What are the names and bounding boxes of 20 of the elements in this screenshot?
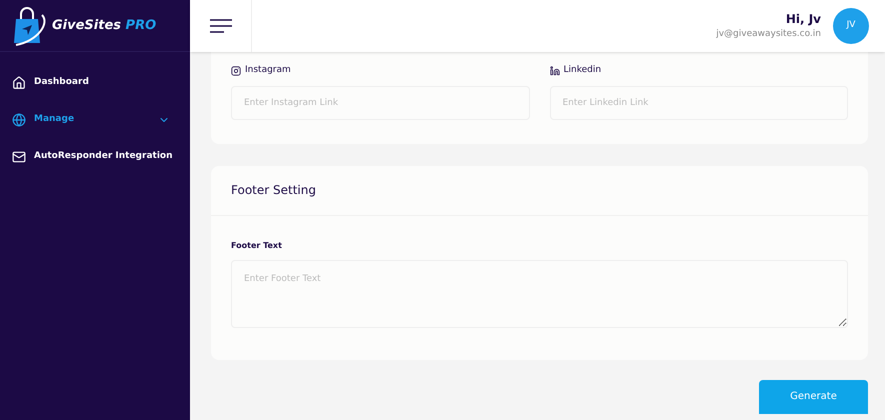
sidebar-item[interactable]: AutoResponder Integration (0, 138, 190, 175)
input-field[interactable]: Enter Instagram Link (231, 86, 530, 120)
linkedin-icon (550, 66, 560, 76)
envelope-icon (12, 150, 26, 164)
input-field[interactable]: Enter Linkedin Link (550, 86, 848, 120)
sidebar-item[interactable]: Manage (0, 101, 190, 138)
instagram-icon (231, 66, 241, 76)
home-icon (12, 76, 26, 90)
user-email: jv@giveawaysites.co.in (716, 28, 821, 42)
field-label: Footer Text (231, 240, 283, 252)
menu-icon (210, 19, 232, 33)
sidebar-item[interactable]: Dashboard (0, 64, 190, 101)
field-label: Instagram (245, 64, 291, 77)
globe-icon (12, 112, 26, 126)
footer-text-field[interactable]: Enter Footer Text (231, 260, 848, 328)
greeting: Hi, Jv (786, 11, 821, 28)
logo-icon (12, 4, 48, 46)
field-label: Linkedin (564, 64, 602, 77)
brand-name: GiveSites PRO (52, 16, 156, 35)
card-title: Footer Setting (231, 182, 316, 199)
